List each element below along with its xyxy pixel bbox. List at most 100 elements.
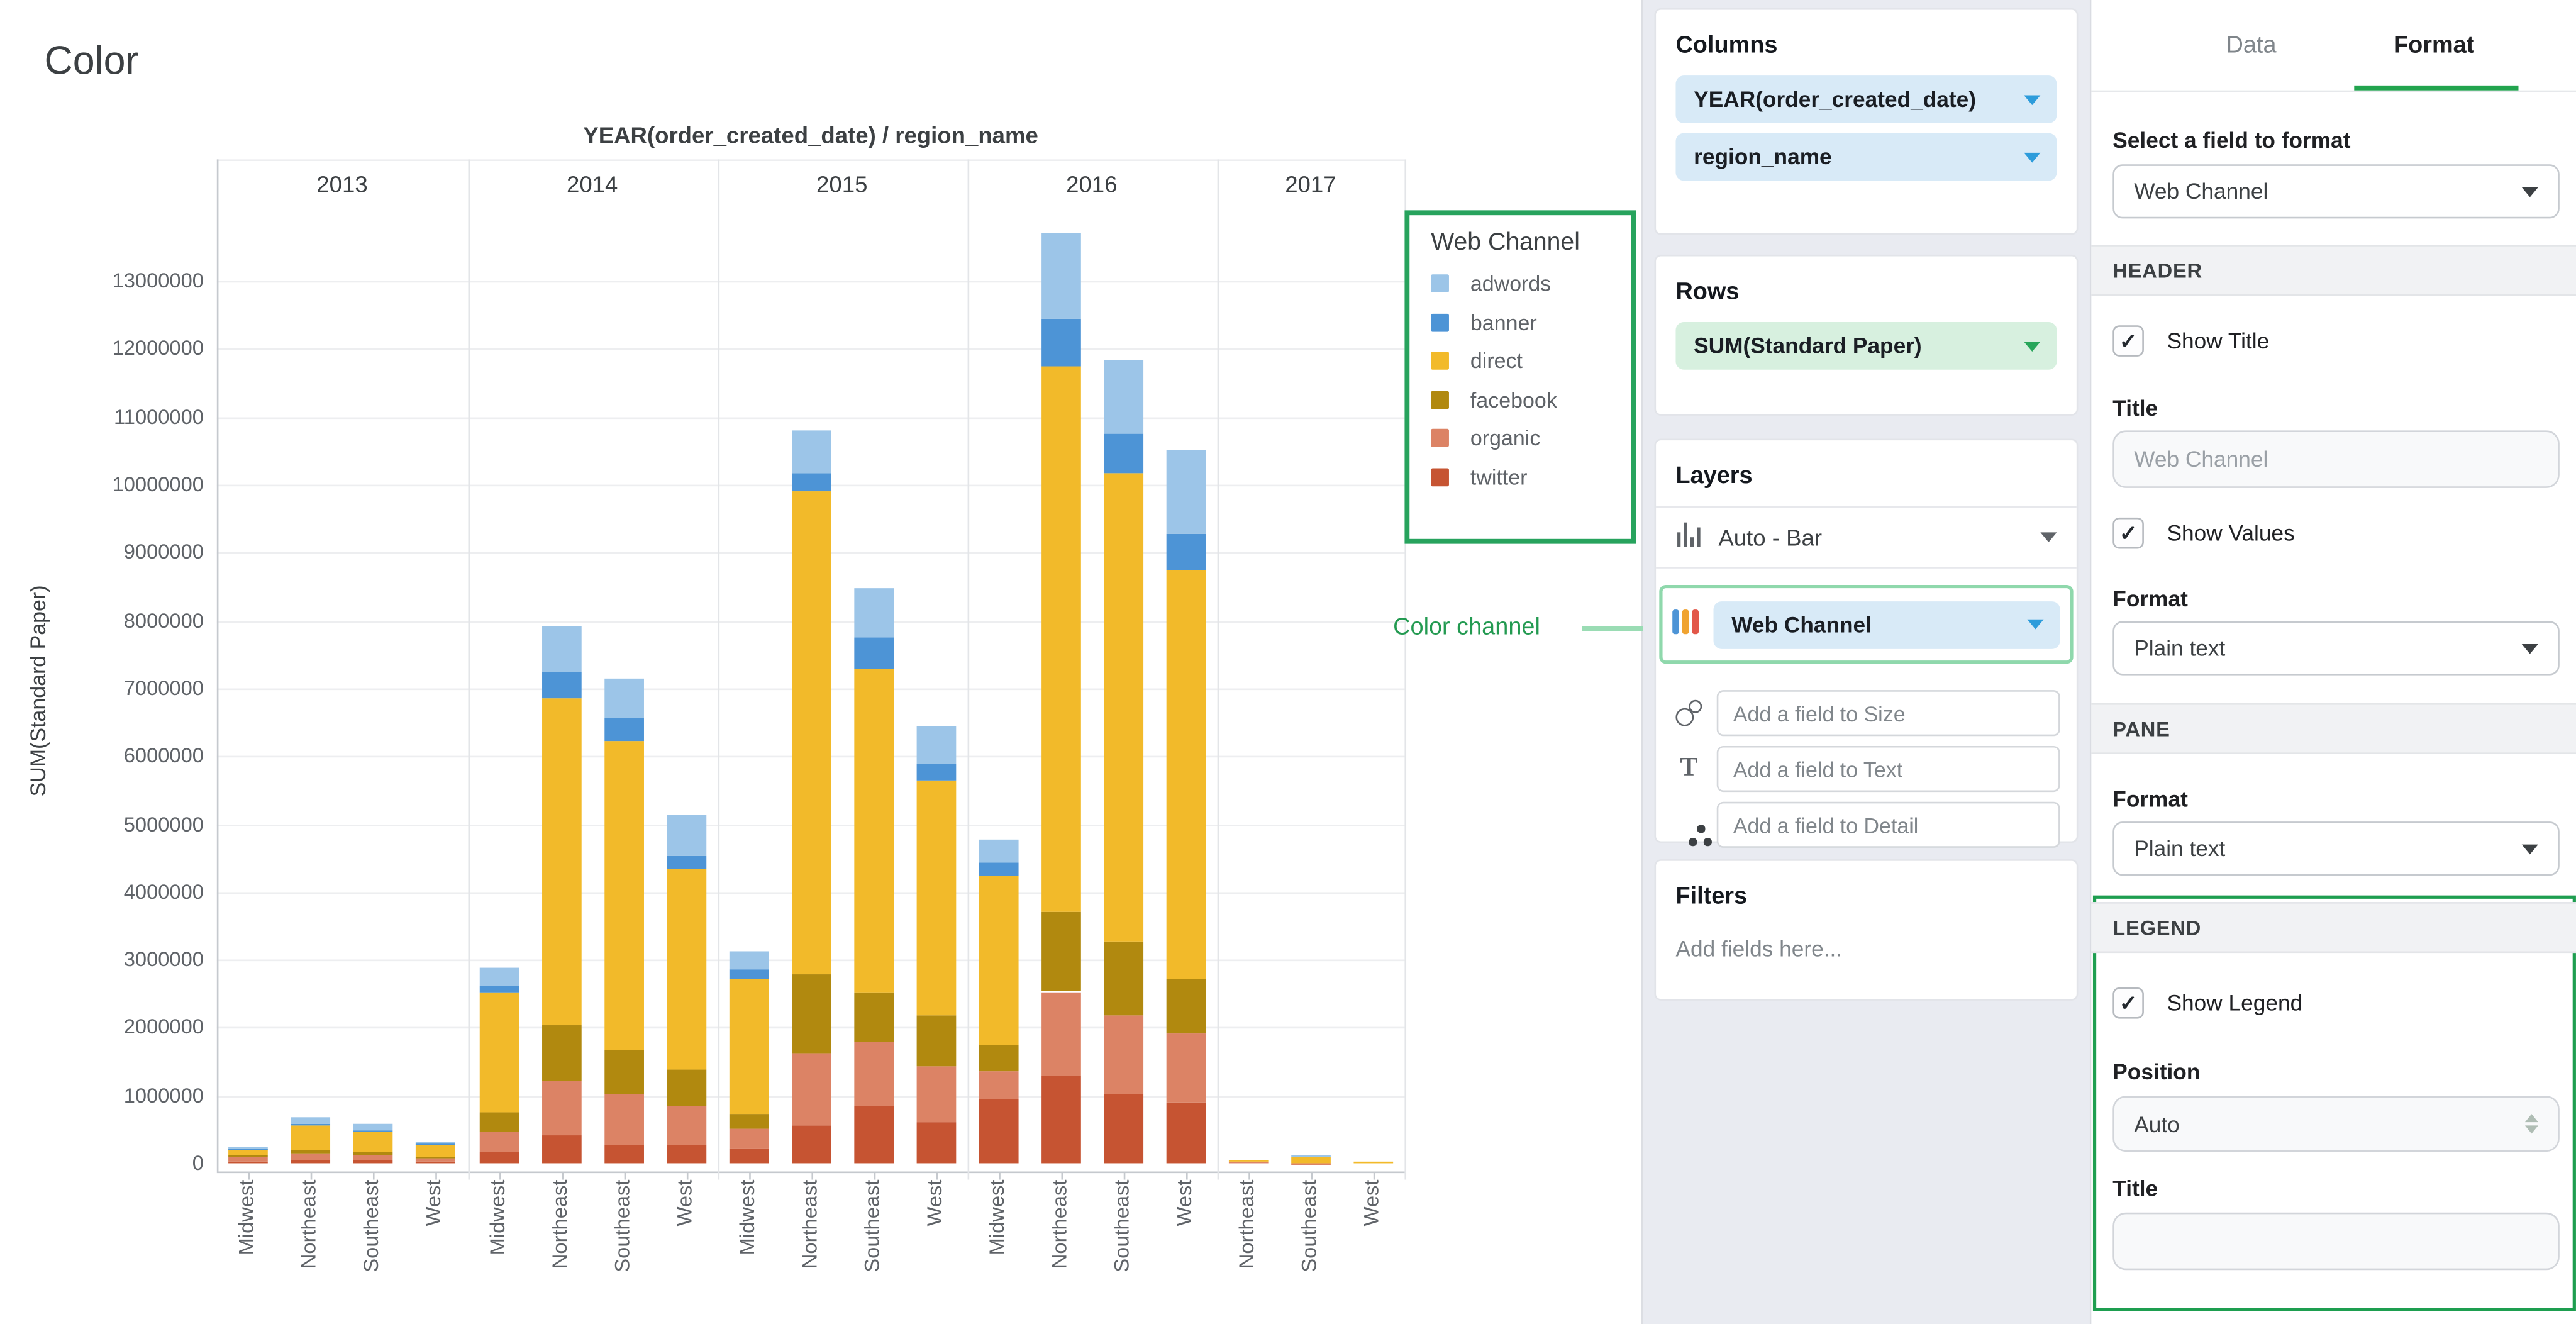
bar-segment-adwords-2014-West[interactable]	[666, 815, 706, 857]
bar-segment-facebook-2016-Southeast[interactable]	[1103, 942, 1143, 1016]
bar-segment-twitter-2014-West[interactable]	[666, 1145, 706, 1163]
bar-segment-adwords-2013-Southeast[interactable]	[353, 1125, 393, 1131]
chevron-down-icon[interactable]	[2024, 152, 2040, 162]
tab-data[interactable]: Data	[2226, 33, 2277, 59]
bar-segment-facebook-2013-West[interactable]	[416, 1157, 456, 1159]
bar-segment-banner-2015-Southeast[interactable]	[853, 637, 893, 669]
bar-segment-direct-2016-Midwest[interactable]	[979, 876, 1018, 1045]
bar-segment-direct-2017-West[interactable]	[1353, 1162, 1393, 1163]
bar-segment-twitter-2013-Northeast[interactable]	[291, 1160, 331, 1163]
bar-segment-adwords-2014-Northeast[interactable]	[541, 626, 581, 671]
bar-segment-direct-2013-Northeast[interactable]	[291, 1125, 331, 1150]
bar-segment-adwords-2016-Southeast[interactable]	[1103, 359, 1143, 434]
bar-segment-direct-2015-West[interactable]	[916, 781, 955, 1015]
bar-segment-twitter-2013-Southeast[interactable]	[353, 1160, 393, 1163]
bar-segment-organic-2016-Midwest[interactable]	[979, 1072, 1018, 1099]
bar-segment-facebook-2014-West[interactable]	[666, 1070, 706, 1106]
chevron-down-icon[interactable]	[2024, 341, 2040, 351]
bar-segment-banner-2015-Midwest[interactable]	[729, 970, 769, 980]
bar-segment-adwords-2013-West[interactable]	[416, 1142, 456, 1144]
bar-segment-twitter-2014-Southeast[interactable]	[604, 1145, 643, 1163]
show-values-checkbox[interactable]: ✓	[2112, 518, 2144, 549]
bar-segment-adwords-2015-Southeast[interactable]	[853, 588, 893, 637]
bar-segment-direct-2015-Midwest[interactable]	[729, 980, 769, 1114]
bar-segment-banner-2015-West[interactable]	[916, 764, 955, 781]
bar-segment-banner-2016-Southeast[interactable]	[1103, 434, 1143, 474]
bar-segment-twitter-2015-Southeast[interactable]	[853, 1106, 893, 1164]
bar-segment-direct-2013-Southeast[interactable]	[353, 1132, 393, 1152]
rows-pill-sum-standard-paper[interactable]: SUM(Standard Paper)	[1675, 322, 2057, 370]
bar-segment-facebook-2013-Southeast[interactable]	[353, 1152, 393, 1154]
bar-segment-organic-2013-Northeast[interactable]	[291, 1154, 331, 1160]
legend-item-direct[interactable]: direct	[1431, 350, 1631, 371]
bar-segment-organic-2016-Southeast[interactable]	[1103, 1016, 1143, 1094]
bar-segment-facebook-2015-Northeast[interactable]	[791, 974, 831, 1052]
bar-segment-banner-2015-Northeast[interactable]	[791, 472, 831, 491]
columns-pill-region-name[interactable]: region_name	[1675, 133, 2057, 181]
pane-format-dropdown[interactable]: Plain text	[2112, 821, 2560, 876]
bar-segment-organic-2015-Northeast[interactable]	[791, 1053, 831, 1126]
bar-segment-direct-2013-Midwest[interactable]	[229, 1149, 269, 1156]
bar-segment-facebook-2015-Midwest[interactable]	[729, 1114, 769, 1129]
legend-item-organic[interactable]: organic	[1431, 427, 1631, 448]
bar-segment-facebook-2013-Northeast[interactable]	[291, 1150, 331, 1154]
legend-item-banner[interactable]: banner	[1431, 311, 1631, 333]
bar-segment-twitter-2015-Northeast[interactable]	[791, 1126, 831, 1163]
position-select[interactable]: Auto	[2112, 1096, 2560, 1152]
bar-segment-organic-2015-Midwest[interactable]	[729, 1128, 769, 1149]
show-legend-checkbox[interactable]: ✓	[2112, 987, 2144, 1019]
bar-segment-direct-2014-Midwest[interactable]	[479, 993, 518, 1112]
bar-segment-facebook-2013-Midwest[interactable]	[229, 1156, 269, 1157]
chevron-down-icon[interactable]	[2040, 532, 2057, 542]
legend-item-adwords[interactable]: adwords	[1431, 273, 1631, 294]
bar-segment-twitter-2016-Northeast[interactable]	[1041, 1076, 1080, 1163]
bar-segment-direct-2014-Southeast[interactable]	[604, 741, 643, 1049]
bar-segment-organic-2014-Midwest[interactable]	[479, 1132, 518, 1152]
bar-segment-organic-2013-Southeast[interactable]	[353, 1154, 393, 1160]
bar-segment-twitter-2015-West[interactable]	[916, 1123, 955, 1164]
header-title-input[interactable]	[2112, 430, 2560, 487]
bar-segment-facebook-2015-Southeast[interactable]	[853, 993, 893, 1042]
bar-segment-adwords-2016-Midwest[interactable]	[979, 839, 1018, 863]
bar-segment-adwords-2016-Northeast[interactable]	[1041, 233, 1080, 319]
bar-segment-twitter-2013-West[interactable]	[416, 1162, 456, 1163]
bar-segment-banner-2016-Northeast[interactable]	[1041, 319, 1080, 367]
bar-segment-direct-2014-Northeast[interactable]	[541, 698, 581, 1025]
bar-segment-banner-2016-Midwest[interactable]	[979, 862, 1018, 876]
bar-segment-organic-2014-West[interactable]	[666, 1106, 706, 1146]
bar-segment-banner-2013-Midwest[interactable]	[229, 1148, 269, 1149]
layer-type-row-auto-bar[interactable]: Auto - Bar	[1656, 508, 2077, 567]
bar-segment-twitter-2016-Southeast[interactable]	[1103, 1094, 1143, 1163]
bar-segment-twitter-2013-Midwest[interactable]	[229, 1161, 269, 1163]
bar-segment-direct-2017-Northeast[interactable]	[1228, 1159, 1268, 1161]
bar-segment-twitter-2016-Midwest[interactable]	[979, 1099, 1018, 1163]
bar-segment-organic-2017-Northeast[interactable]	[1228, 1161, 1268, 1163]
bar-segment-facebook-2014-Midwest[interactable]	[479, 1111, 518, 1131]
columns-pill-year-order-created-date[interactable]: YEAR(order_created_date)	[1675, 75, 2057, 123]
legend-item-twitter[interactable]: twitter	[1431, 466, 1631, 487]
bar-segment-adwords-2015-Northeast[interactable]	[791, 430, 831, 472]
bar-segment-adwords-2016-West[interactable]	[1165, 451, 1205, 535]
bar-segment-banner-2014-Southeast[interactable]	[604, 718, 643, 742]
bar-segment-organic-2017-Southeast[interactable]	[1291, 1162, 1331, 1164]
filters-placeholder[interactable]: Add fields here...	[1656, 926, 2077, 991]
bar-segment-direct-2013-West[interactable]	[416, 1145, 456, 1157]
bar-segment-direct-2017-Southeast[interactable]	[1291, 1157, 1331, 1163]
bar-segment-facebook-2015-West[interactable]	[916, 1015, 955, 1067]
bar-segment-twitter-2015-Midwest[interactable]	[729, 1149, 769, 1164]
show-title-checkbox[interactable]: ✓	[2112, 325, 2144, 357]
bar-segment-facebook-2016-West[interactable]	[1165, 979, 1205, 1033]
add-field-to-text-input[interactable]: Add a field to Text	[1717, 746, 2060, 792]
bar-segment-organic-2013-West[interactable]	[416, 1159, 456, 1162]
bar-segment-organic-2016-West[interactable]	[1165, 1033, 1205, 1103]
bar-segment-direct-2015-Southeast[interactable]	[853, 669, 893, 993]
tab-format[interactable]: Format	[2394, 33, 2474, 59]
field-to-format-dropdown[interactable]: Web Channel	[2112, 164, 2560, 218]
show-legend-row[interactable]: ✓ Show Legend	[2112, 987, 2302, 1019]
add-field-to-size-input[interactable]: Add a field to Size	[1717, 690, 2060, 736]
bar-segment-direct-2014-West[interactable]	[666, 869, 706, 1069]
bar-segment-organic-2015-West[interactable]	[916, 1067, 955, 1122]
bar-segment-direct-2016-West[interactable]	[1165, 571, 1205, 979]
chevron-down-icon[interactable]	[2027, 620, 2043, 630]
bar-segment-facebook-2016-Northeast[interactable]	[1041, 911, 1080, 991]
